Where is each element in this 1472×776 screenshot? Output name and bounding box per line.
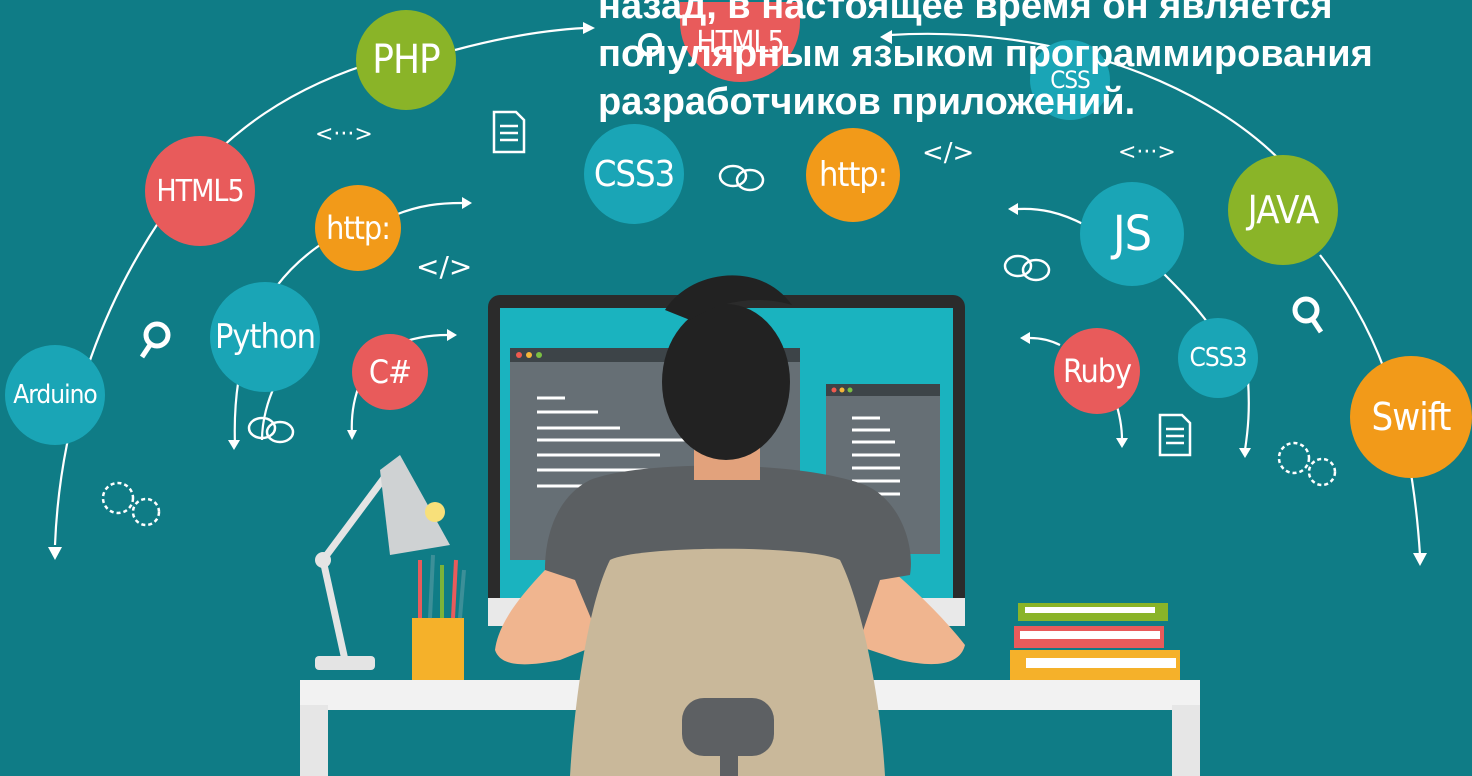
bubble-label: http: [818, 155, 888, 195]
bubble-label: JS [1112, 206, 1152, 262]
bubble-label: CSS3 [1189, 343, 1248, 373]
bubble-label: Python [214, 317, 316, 357]
arrow-icon [1020, 332, 1030, 344]
search-icon [139, 321, 171, 359]
bubble-css3-right: CSS3 [1178, 318, 1258, 398]
arrow-icon [1239, 448, 1251, 458]
desk-leg-right [1172, 705, 1200, 776]
bubble-label: http: [326, 209, 391, 247]
bubble-csharp: C# [352, 334, 428, 410]
caption-line-3: разработчиков приложений. [598, 81, 1136, 123]
chair-stem [720, 754, 738, 776]
bubble-label: HTML5 [156, 173, 244, 209]
arc-php-to-top [454, 26, 586, 52]
bubble-arduino: Arduino [5, 345, 105, 445]
gears-icon [1277, 441, 1337, 487]
arrow-icon [1008, 203, 1018, 215]
arc-css3-down [1243, 379, 1250, 451]
chat-icon [718, 164, 765, 192]
overlay-caption: назад, в настоящее время он является поп… [598, 0, 1472, 126]
chair-handle [682, 698, 774, 756]
bubble-label: Ruby [1062, 352, 1132, 390]
arc-http-left [394, 201, 463, 217]
tag-symbol: <···> [1118, 140, 1176, 165]
arc-ruby-left [1029, 336, 1061, 346]
bubble-java: JAVA [1228, 155, 1338, 265]
person-head [662, 304, 790, 460]
arrow-icon [1413, 553, 1427, 566]
bubble-python: Python [210, 282, 320, 392]
bubble-http-left: http: [315, 185, 401, 271]
arc-js-left [1017, 207, 1086, 226]
arrow-icon [462, 197, 472, 209]
tag-symbol: </> [922, 138, 975, 168]
lamp-arm-lower [319, 559, 349, 661]
illustration-scene: PHP HTML5 http: Python C# Arduino CSS3 H… [0, 0, 1472, 776]
desk-leg-left [300, 705, 328, 776]
chat-icon [247, 416, 295, 444]
bubble-http-top: http: [806, 128, 900, 222]
bubble-html5-left: HTML5 [145, 136, 255, 246]
bubble-label: Swift [1371, 395, 1452, 439]
document-icon [1158, 413, 1192, 457]
lamp-arm-upper [320, 467, 393, 563]
arrow-icon [1116, 438, 1128, 448]
arrow-icon [447, 329, 457, 341]
chat-icon [1003, 254, 1051, 282]
tag-symbol: <···> [315, 122, 373, 147]
bubble-swift: Swift [1350, 356, 1472, 478]
bubble-label: C# [368, 353, 412, 391]
bubble-label: Arduino [13, 380, 97, 410]
bubble-label: JAVA [1247, 188, 1320, 232]
bubble-js: JS [1080, 182, 1184, 286]
bubble-php: PHP [356, 10, 456, 110]
document-icon [492, 110, 526, 154]
arrow-icon [583, 22, 595, 34]
caption-line-1: назад, в настоящее время он является [598, 0, 1333, 27]
gears-icon [101, 481, 161, 527]
bubble-label: PHP [372, 37, 440, 83]
arrow-icon [228, 440, 240, 450]
search-icon [1292, 296, 1324, 334]
bubble-label: CSS3 [593, 153, 675, 195]
arrow-icon [48, 547, 62, 560]
bubble-css3-top: CSS3 [584, 124, 684, 224]
arrow-icon [347, 430, 357, 440]
tag-symbol: </> [416, 250, 473, 283]
caption-line-2: популярным языком программирования [598, 33, 1373, 75]
bubble-ruby: Ruby [1054, 328, 1140, 414]
pencil-cup [412, 618, 464, 680]
